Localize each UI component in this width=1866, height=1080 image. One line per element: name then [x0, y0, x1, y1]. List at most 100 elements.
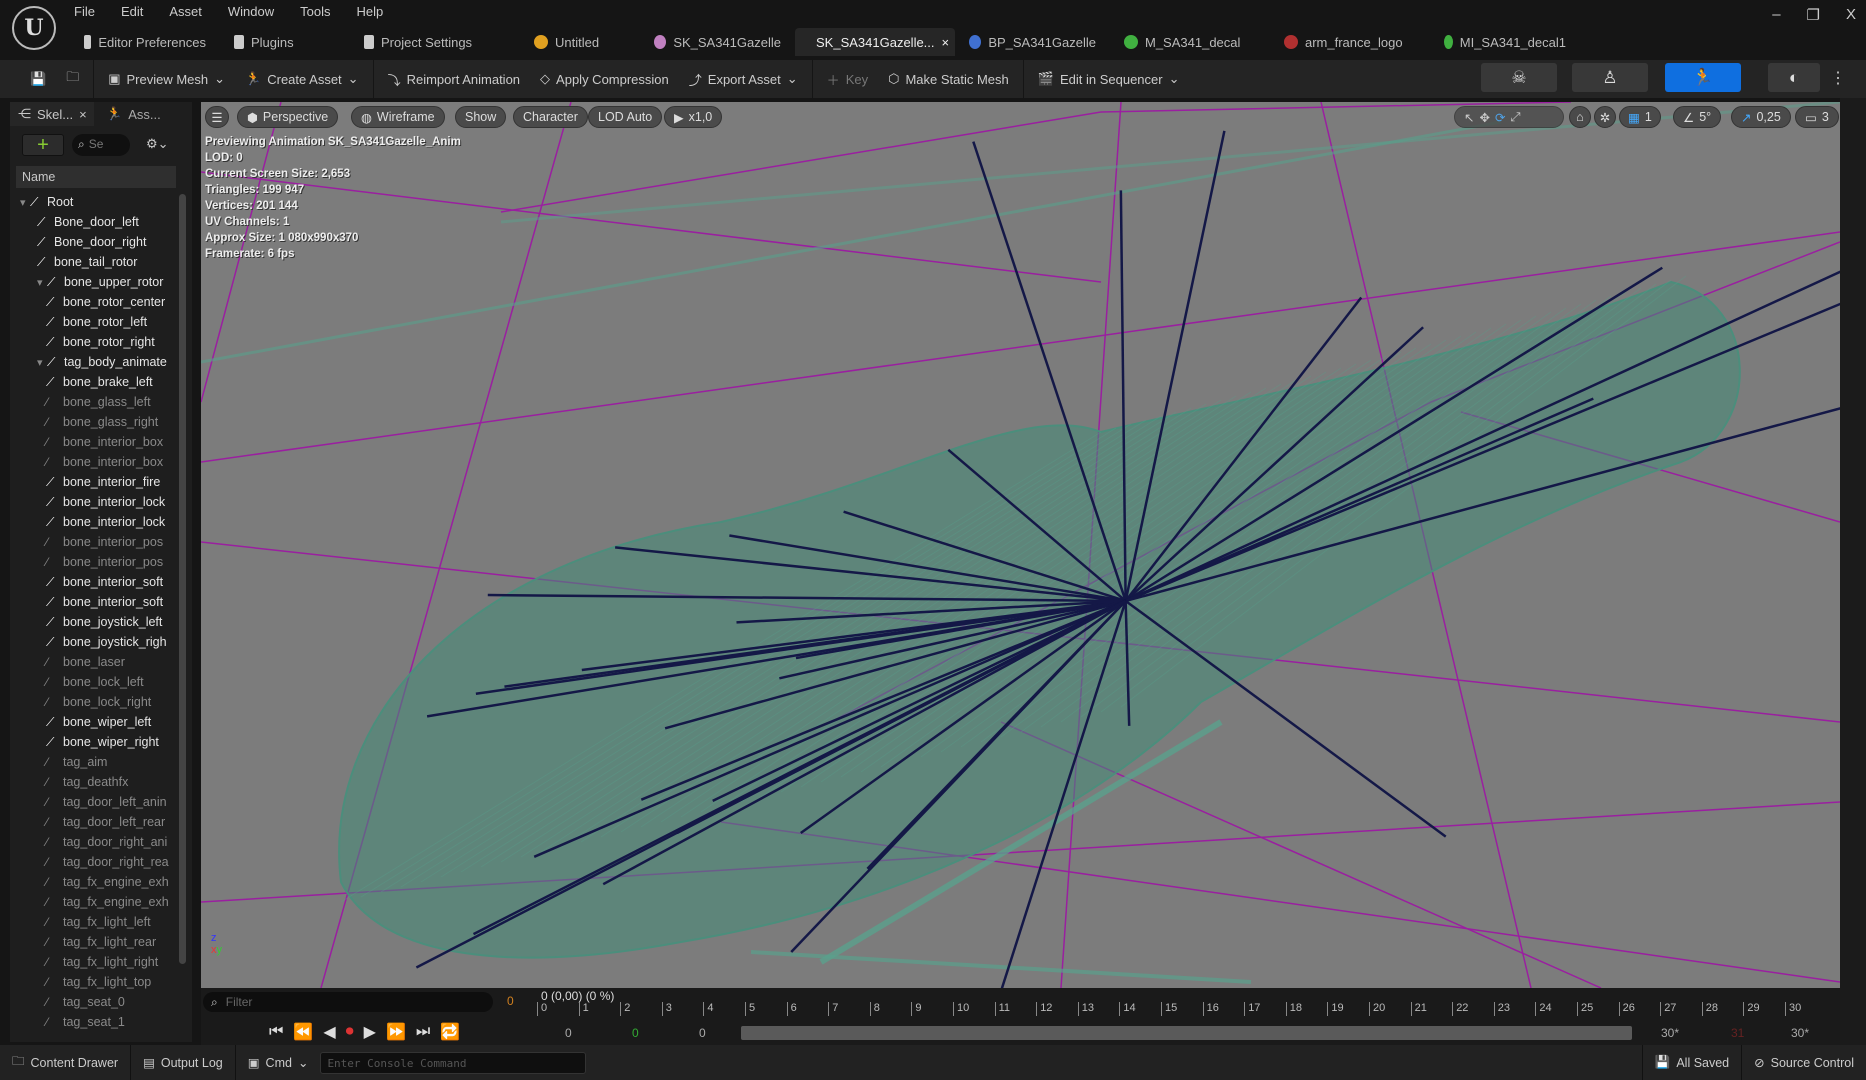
- perspective-button[interactable]: ⬢ Perspective: [237, 106, 339, 128]
- viewport-menu-button[interactable]: ☰: [205, 106, 229, 128]
- bone-row[interactable]: ⟋ bone_interior_soft: [16, 572, 178, 592]
- make-static-mesh-button[interactable]: ⬡ Make Static Mesh: [878, 64, 1019, 94]
- save-icon[interactable]: 💾: [20, 64, 56, 94]
- expand-arrow-icon[interactable]: ▾: [37, 356, 47, 369]
- skeleton-mode-button[interactable]: ☠: [1481, 63, 1557, 92]
- settings-gear-icon[interactable]: ⚙⌄: [146, 136, 169, 152]
- tab-8[interactable]: arm_france_logo: [1270, 28, 1430, 56]
- bone-row[interactable]: ▾ ⟋ Root: [16, 192, 178, 212]
- rotate-icon[interactable]: ⟳: [1495, 110, 1505, 125]
- view-end-frame[interactable]: 30*: [1791, 1026, 1809, 1040]
- tab-skeleton[interactable]: ⋲ Skel... ×: [10, 102, 94, 126]
- key-button[interactable]: ＋ Key: [817, 64, 878, 94]
- local-world-icon[interactable]: ✲: [1594, 106, 1616, 128]
- more-options-icon[interactable]: ⋮: [1830, 68, 1846, 88]
- select-icon[interactable]: ↖: [1464, 110, 1474, 125]
- record-icon[interactable]: ⏺: [346, 1023, 354, 1041]
- bone-row[interactable]: ⁄ bone_interior_box: [16, 452, 178, 472]
- jump-start-icon[interactable]: ⏮: [269, 1023, 283, 1041]
- all-saved-button[interactable]: 💾 All Saved: [1641, 1045, 1743, 1080]
- tree-scrollbar[interactable]: [179, 194, 186, 964]
- expand-arrow-icon[interactable]: ▾: [37, 276, 47, 289]
- bone-row[interactable]: ⁄ tag_door_right_rea: [16, 852, 178, 872]
- grid-snap-button[interactable]: ▦ 1: [1619, 106, 1661, 128]
- bone-row[interactable]: ▾ ⟋ tag_body_animate: [16, 352, 178, 372]
- bone-row[interactable]: ⟋ bone_wiper_left: [16, 712, 178, 732]
- export-asset-button[interactable]: ⤴ Export Asset ⌄: [679, 64, 808, 94]
- tab-5[interactable]: SK_SA341Gazelle... ×: [795, 28, 955, 56]
- bone-row[interactable]: ⁄ tag_seat_1: [16, 1012, 178, 1032]
- play-reverse-icon[interactable]: ◀: [323, 1022, 335, 1042]
- bone-row[interactable]: ⟋ bone_rotor_right: [16, 332, 178, 352]
- physics-mode-button[interactable]: ◐: [1768, 63, 1820, 92]
- scale-icon[interactable]: ⤢: [1510, 110, 1520, 125]
- tab-2[interactable]: Project Settings: [350, 28, 520, 56]
- bone-row[interactable]: ▾ ⟋ bone_upper_rotor: [16, 272, 178, 292]
- step-back-icon[interactable]: ⏪: [293, 1022, 313, 1042]
- angle-snap-button[interactable]: ∠ 5°: [1673, 106, 1722, 128]
- jump-end-icon[interactable]: ⏭: [416, 1023, 430, 1041]
- bone-row[interactable]: ⟋ bone_joystick_left: [16, 612, 178, 632]
- bone-row[interactable]: ⁄ tag_aim: [16, 752, 178, 772]
- close-window-button[interactable]: X: [1846, 6, 1856, 24]
- preview-mesh-button[interactable]: ▣ Preview Mesh ⌄: [98, 64, 235, 94]
- apply-compression-button[interactable]: ◇ Apply Compression: [530, 64, 679, 94]
- bone-row[interactable]: ⟋ bone_tail_rotor: [16, 252, 178, 272]
- view-start-frame[interactable]: 0: [699, 1026, 706, 1040]
- bone-row[interactable]: ⁄ bone_glass_right: [16, 412, 178, 432]
- viewport[interactable]: ☰ ⬢ Perspective ◍ Wireframe Show Character…: [201, 102, 1840, 988]
- restore-button[interactable]: ❐: [1807, 6, 1820, 24]
- tab-asset-details[interactable]: 🏃 Ass...: [98, 102, 169, 126]
- camera-speed-button[interactable]: ▭ 3: [1795, 106, 1839, 128]
- menu-file[interactable]: File: [74, 4, 95, 19]
- edit-in-sequencer-button[interactable]: 🎬 Edit in Sequencer ⌄: [1028, 64, 1190, 94]
- bone-row[interactable]: ⁄ tag_seat_0: [16, 992, 178, 1012]
- playback-start-frame[interactable]: 0: [632, 1026, 639, 1040]
- bone-row[interactable]: ⟋ bone_interior_lock: [16, 492, 178, 512]
- bone-row[interactable]: ⁄ tag_fx_light_left: [16, 912, 178, 932]
- menu-asset[interactable]: Asset: [169, 4, 202, 19]
- menu-help[interactable]: Help: [356, 4, 383, 19]
- bone-row[interactable]: ⁄ tag_fx_light_right: [16, 952, 178, 972]
- bone-row[interactable]: ⁄ tag_door_right_ani: [16, 832, 178, 852]
- bone-row[interactable]: ⁄ bone_laser: [16, 652, 178, 672]
- move-icon[interactable]: ✥: [1479, 110, 1489, 125]
- tab-6[interactable]: BP_SA341Gazelle: [955, 28, 1110, 56]
- animation-mode-button[interactable]: 🏃: [1665, 63, 1741, 92]
- tab-0[interactable]: Editor Preferences: [70, 28, 220, 56]
- reimport-animation-button[interactable]: ⤵ Reimport Animation: [378, 64, 530, 94]
- unreal-logo[interactable]: U: [12, 6, 56, 50]
- bone-row[interactable]: ⟋ Bone_door_left: [16, 212, 178, 232]
- scale-snap-button[interactable]: ↗ 0,25: [1731, 106, 1791, 128]
- close-tab-icon[interactable]: ×: [79, 107, 87, 122]
- output-log-button[interactable]: ▤ Output Log: [131, 1045, 236, 1080]
- search-field[interactable]: ⌕ Se: [72, 134, 130, 156]
- source-control-button[interactable]: ⊘ Source Control: [1742, 1045, 1866, 1080]
- bone-row[interactable]: ⁄ tag_door_left_anin: [16, 792, 178, 812]
- play-icon[interactable]: ▶: [364, 1022, 376, 1042]
- bone-row[interactable]: ⟋ bone_wiper_right: [16, 732, 178, 752]
- show-button[interactable]: Show: [455, 106, 507, 128]
- bone-row[interactable]: ⟋ bone_interior_lock: [16, 512, 178, 532]
- bone-row[interactable]: ⁄ bone_glass_left: [16, 392, 178, 412]
- bone-row[interactable]: ⁄ bone_lock_right: [16, 692, 178, 712]
- bone-row[interactable]: ⁄ bone_interior_pos: [16, 552, 178, 572]
- add-bone-button[interactable]: +: [22, 134, 64, 156]
- bone-row[interactable]: ⁄ tag_fx_engine_exh: [16, 892, 178, 912]
- timeline-filter-input[interactable]: ⌕ Filter: [203, 992, 493, 1012]
- content-drawer-button[interactable]: 🗀 Content Drawer: [0, 1045, 132, 1080]
- create-asset-button[interactable]: 🏃 Create Asset ⌄: [235, 64, 369, 94]
- transform-tools[interactable]: ↖ ✥ ⟳ ⤢: [1454, 106, 1564, 128]
- browse-icon[interactable]: 🗀: [56, 64, 89, 94]
- expand-arrow-icon[interactable]: ▾: [20, 196, 30, 209]
- step-forward-icon[interactable]: ⏩: [386, 1022, 406, 1042]
- bone-row[interactable]: ⟋ Bone_door_right: [16, 232, 178, 252]
- minimize-button[interactable]: –: [1772, 6, 1780, 24]
- character-button[interactable]: Character: [513, 106, 588, 128]
- tab-1[interactable]: Plugins: [220, 28, 350, 56]
- bone-row[interactable]: ⟋ bone_joystick_righ: [16, 632, 178, 652]
- bone-row[interactable]: ⟋ bone_brake_left: [16, 372, 178, 392]
- mesh-mode-button[interactable]: ♙: [1572, 63, 1648, 92]
- menu-tools[interactable]: Tools: [300, 4, 330, 19]
- bone-row[interactable]: ⁄ tag_fx_engine_exh: [16, 872, 178, 892]
